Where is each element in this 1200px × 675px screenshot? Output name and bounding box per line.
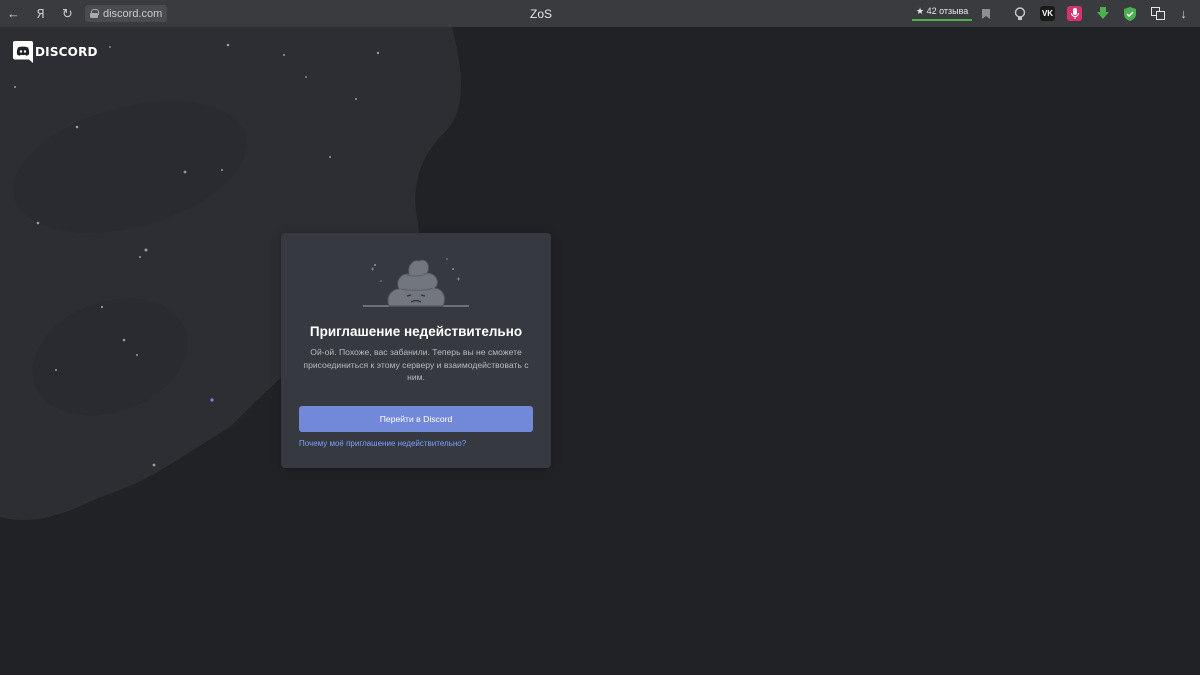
card-description: Ой-ой. Похоже, вас забанили. Теперь вы н… (303, 347, 529, 382)
discord-invite-page: DISCORD Приглашение недействительно Ой-о… (0, 27, 1200, 675)
extension-translate-button[interactable] (1150, 6, 1165, 21)
extension-bulb-button[interactable] (1012, 6, 1027, 21)
sad-poop-illustration (363, 258, 469, 307)
microphone-icon (1070, 8, 1079, 19)
vk-icon: VK (1041, 9, 1054, 18)
translate-icon (1150, 7, 1165, 20)
logo-text: DISCORD (35, 45, 98, 59)
card-title: Приглашение недействительно (309, 324, 523, 339)
url-text: discord.com (103, 7, 163, 20)
reload-button[interactable]: ↻ (54, 0, 81, 27)
back-button[interactable]: ← (0, 0, 27, 27)
open-discord-button[interactable]: Перейти в Discord (299, 406, 533, 432)
yandex-button[interactable]: Я (27, 0, 54, 27)
tab-title: ZoS (529, 6, 552, 21)
bookmark-button[interactable] (978, 6, 993, 21)
invite-card: Приглашение недействительно Ой-ой. Похож… (281, 233, 551, 468)
green-download-icon (1096, 7, 1109, 19)
reviews-button[interactable]: ★ 42 отзыва (912, 4, 973, 21)
lock-icon (90, 9, 99, 18)
browser-toolbar: ← Я ↻ discord.com ZoS ★ 42 отзыва VK ↓ (0, 0, 1200, 27)
downloads-button[interactable]: ↓ (1170, 0, 1197, 27)
extension-vk-button[interactable]: VK (1040, 6, 1055, 21)
shield-check-icon (1123, 6, 1136, 21)
yandex-icon: Я (36, 6, 45, 21)
reload-icon: ↻ (62, 5, 73, 21)
invalid-invite-help-link[interactable]: Почему моё приглашение недействительно? (299, 439, 466, 448)
extension-download-button[interactable] (1095, 6, 1110, 21)
bookmark-icon (981, 8, 990, 19)
discord-logo[interactable]: DISCORD (13, 41, 98, 63)
download-arrow-icon: ↓ (1180, 6, 1187, 21)
discord-logo-icon (13, 41, 33, 63)
lightbulb-icon (1014, 6, 1025, 20)
extension-mic-button[interactable] (1067, 6, 1082, 21)
address-bar[interactable]: discord.com (85, 5, 168, 22)
extension-shield-button[interactable] (1122, 6, 1137, 21)
back-arrow-icon: ← (7, 6, 20, 21)
